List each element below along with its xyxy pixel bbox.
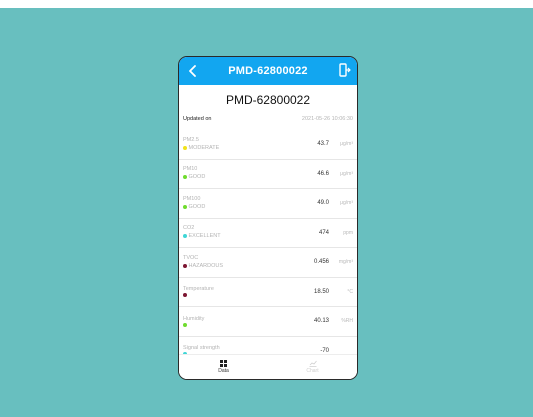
tab-chart[interactable]: Chart xyxy=(268,355,357,379)
reading-unit: μg/m³ xyxy=(340,141,353,148)
updated-timestamp: 2021-05-26 10:06:30 xyxy=(301,116,353,122)
updated-label: Updated on xyxy=(183,116,212,122)
reading-unit: °C xyxy=(347,288,353,295)
reading-row-temperature[interactable]: Temperature 18.50 °C xyxy=(179,278,357,307)
reading-name: PM100 xyxy=(183,195,201,202)
reading-name: Signal strength xyxy=(183,345,220,352)
top-band xyxy=(0,0,533,8)
back-button[interactable] xyxy=(185,62,201,80)
reading-name: Temperature xyxy=(183,286,214,293)
reading-value: 49.0 xyxy=(317,200,329,207)
tab-data[interactable]: Data xyxy=(179,355,268,379)
tab-label: Chart xyxy=(306,368,319,374)
reading-name: PM10 xyxy=(183,166,198,173)
updated-row: Updated on 2021-05-26 10:06:30 xyxy=(179,114,357,124)
chevron-left-icon xyxy=(189,65,196,77)
reading-row-tvoc[interactable]: TVOC HAZARDOUS 0.456 mg/m³ xyxy=(179,248,357,278)
bottom-tab-bar: Data Chart xyxy=(179,354,357,379)
device-name: PMD-62800022 xyxy=(225,93,311,107)
reading-row-pm25[interactable]: PM2.5 MODERATE 43.7 μg/m³ xyxy=(179,130,357,160)
reading-value: -70 xyxy=(320,347,329,354)
readings-list: PM2.5 MODERATE 43.7 μg/m³ PM10 GOOD 46.6… xyxy=(179,130,357,365)
reading-row-pm100[interactable]: PM100 GOOD 49.0 μg/m³ xyxy=(179,189,357,219)
reading-unit: ppm xyxy=(343,229,353,236)
phone-frame: PMD-62800022 PMD-62800022 Updated on 202… xyxy=(178,56,358,380)
reading-name: Humidity xyxy=(183,315,205,322)
status-dot xyxy=(183,293,187,298)
reading-status: GOOD xyxy=(188,174,206,181)
chart-icon xyxy=(309,360,317,367)
reading-value: 0.456 xyxy=(313,259,329,266)
reading-status: GOOD xyxy=(188,203,206,210)
app-bar: PMD-62800022 xyxy=(179,57,357,85)
exit-icon xyxy=(339,63,351,77)
reading-value: 40.13 xyxy=(313,318,329,325)
status-dot xyxy=(183,234,187,239)
reading-unit: μg/m³ xyxy=(340,200,353,207)
reading-status: MODERATE xyxy=(188,144,220,151)
status-dot xyxy=(183,263,187,268)
status-dot xyxy=(183,175,187,180)
tab-label: Data xyxy=(218,368,229,374)
reading-row-pm10[interactable]: PM10 GOOD 46.6 μg/m³ xyxy=(179,160,357,189)
reading-status: HAZARDOUS xyxy=(188,262,224,269)
reading-name: TVOC xyxy=(183,254,199,261)
reading-name: CO2 xyxy=(183,225,195,232)
grid-icon xyxy=(220,360,227,367)
reading-value: 46.6 xyxy=(317,170,329,177)
reading-row-co2[interactable]: CO2 EXCELLENT 474 ppm xyxy=(179,219,357,248)
reading-value: 474 xyxy=(318,229,329,236)
reading-row-humidity[interactable]: Humidity 40.13 %RH xyxy=(179,307,357,337)
reading-value: 18.50 xyxy=(313,288,329,295)
exit-button[interactable] xyxy=(339,63,351,79)
reading-unit: mg/m³ xyxy=(338,259,353,266)
app-bar-title: PMD-62800022 xyxy=(228,65,308,77)
reading-name: PM2.5 xyxy=(183,136,199,143)
reading-status: EXCELLENT xyxy=(188,233,221,240)
status-dot xyxy=(183,145,187,150)
reading-unit: %RH xyxy=(341,318,353,325)
reading-unit: μg/m³ xyxy=(340,170,353,177)
status-dot xyxy=(183,204,187,209)
reading-value: 43.7 xyxy=(317,141,329,148)
status-dot xyxy=(183,322,187,327)
